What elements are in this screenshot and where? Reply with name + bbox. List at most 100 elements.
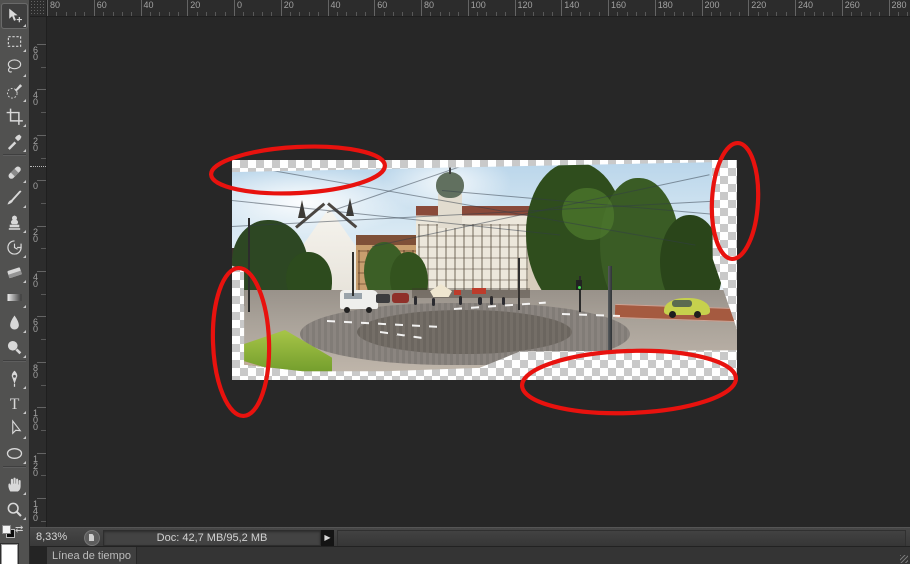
tool-crop[interactable] [2,104,27,128]
panorama-photo-content [232,162,737,372]
ruler-label: 280 [891,0,907,10]
tool-gradient[interactable] [2,285,27,309]
ruler-major-tick [701,0,703,16]
ruler-minor-tick [907,12,909,16]
ruler-minor-tick [41,248,46,250]
ruler-label: 160 [611,0,627,10]
ruler-minor-tick [271,12,273,16]
tool-group-separator [3,360,26,362]
swap-colors-icon[interactable]: ⇄ [15,524,23,535]
ruler-minor-tick [346,12,348,16]
tool-clone-stamp[interactable] [2,210,27,234]
ruler-major-tick [37,452,46,454]
zoom-level-field[interactable]: 8,33% [36,530,67,545]
ruler-major-tick [561,0,563,16]
ruler-minor-tick [580,12,581,16]
ruler-minor-tick [41,475,46,477]
ruler-label: 120 [33,453,39,478]
document-size-field[interactable]: Doc: 42,7 MB/95,2 MB [103,530,321,546]
ruler-major-tick [514,0,516,16]
tool-group-separator [3,466,26,468]
ruler-major-tick [37,407,46,409]
ruler-minor-tick [626,12,628,16]
tool-hand[interactable] [2,472,27,496]
tool-brush[interactable] [2,185,27,209]
ruler-minor-tick [177,12,179,16]
tools-panel: T ⇄ [0,0,30,564]
ruler-minor-tick [224,12,226,16]
ruler-minor-tick [729,12,731,16]
tool-dodge[interactable] [2,335,27,359]
horizontal-ruler[interactable]: 80 60 40 20 0 20 40 60 80 100 120 140 160 180 200 220 24… [46,0,910,17]
crop-icon [6,108,23,125]
ruler-label: 80 [33,362,39,380]
photo-traffic-light-green [578,286,581,289]
ruler-major-tick [47,0,48,16]
ruler-major-tick [37,44,46,45]
photo-pole [518,258,520,310]
tool-blur[interactable] [2,310,27,334]
ruler-minor-tick [121,12,123,16]
ruler-minor-tick [720,12,722,16]
ruler-minor-tick [196,12,198,16]
ruler-minor-tick [41,429,46,431]
ruler-label: 0 [237,0,243,10]
move-icon [9,8,22,22]
ruler-minor-tick [879,12,881,16]
tool-eraser[interactable] [2,260,27,284]
ruler-minor-tick [636,12,637,16]
ruler-label: 220 [751,0,767,10]
ruler-label: 60 [96,0,107,10]
ruler-label: 20 [33,226,39,244]
ruler-label: 20 [33,135,39,153]
ruler-minor-tick [308,12,310,16]
ruler-minor-tick [355,12,357,16]
svg-text:T: T [10,396,20,413]
tool-zoom[interactable] [2,497,27,521]
status-popup-icon[interactable] [84,530,100,546]
ruler-minor-tick [505,12,507,16]
tool-lasso[interactable] [2,54,27,78]
photo-document[interactable] [232,160,737,380]
ruler-minor-tick [299,12,301,16]
tool-quick-selection[interactable] [2,79,27,103]
default-colors-icon[interactable] [2,525,15,538]
tool-type[interactable]: T [2,391,27,415]
vertical-ruler[interactable]: 60 40 20 0 20 40 60 80 100 120 140 [30,16,47,527]
tool-pen[interactable] [2,366,27,390]
ruler-label: 80 [424,0,435,10]
tool-history-brush[interactable] [2,235,27,259]
ruler-major-tick [234,0,235,16]
ruler-minor-tick [832,12,834,16]
ruler-minor-tick [84,12,86,16]
ruler-label: 140 [564,0,580,10]
tool-ellipse-shape[interactable] [2,441,27,465]
tool-spot-healing-brush[interactable] [2,160,27,184]
tool-move[interactable] [1,3,28,29]
status-menu-arrow-button[interactable]: ▶ [321,530,334,546]
foreground-color-swatch[interactable] [1,544,18,564]
ruler-label: 100 [33,408,39,433]
ruler-major-tick [37,316,46,318]
resize-grip-icon[interactable] [900,555,908,563]
ruler-label: 40 [143,0,154,10]
tool-direct-selection[interactable] [2,416,27,440]
ruler-major-tick [654,0,656,16]
photo-pedestrian [432,298,435,306]
tool-rectangular-marquee[interactable] [2,29,27,53]
tool-group-separator [3,154,26,156]
tab-timeline[interactable]: Línea de tiempo [47,547,137,564]
hand-icon [8,477,21,491]
tool-eyedropper[interactable] [2,129,27,153]
ruler-minor-tick [364,12,366,16]
ruler-minor-tick [65,12,67,16]
ruler-label: 200 [704,0,720,10]
pen-icon [11,370,18,387]
ruler-minor-tick [860,12,862,16]
ruler-label: 0 [33,181,39,192]
ruler-minor-tick [486,12,488,16]
ruler-origin-box[interactable] [30,0,47,17]
ruler-label: 40 [33,90,39,108]
ruler-minor-tick [262,12,264,16]
healing-brush-icon [8,166,21,179]
